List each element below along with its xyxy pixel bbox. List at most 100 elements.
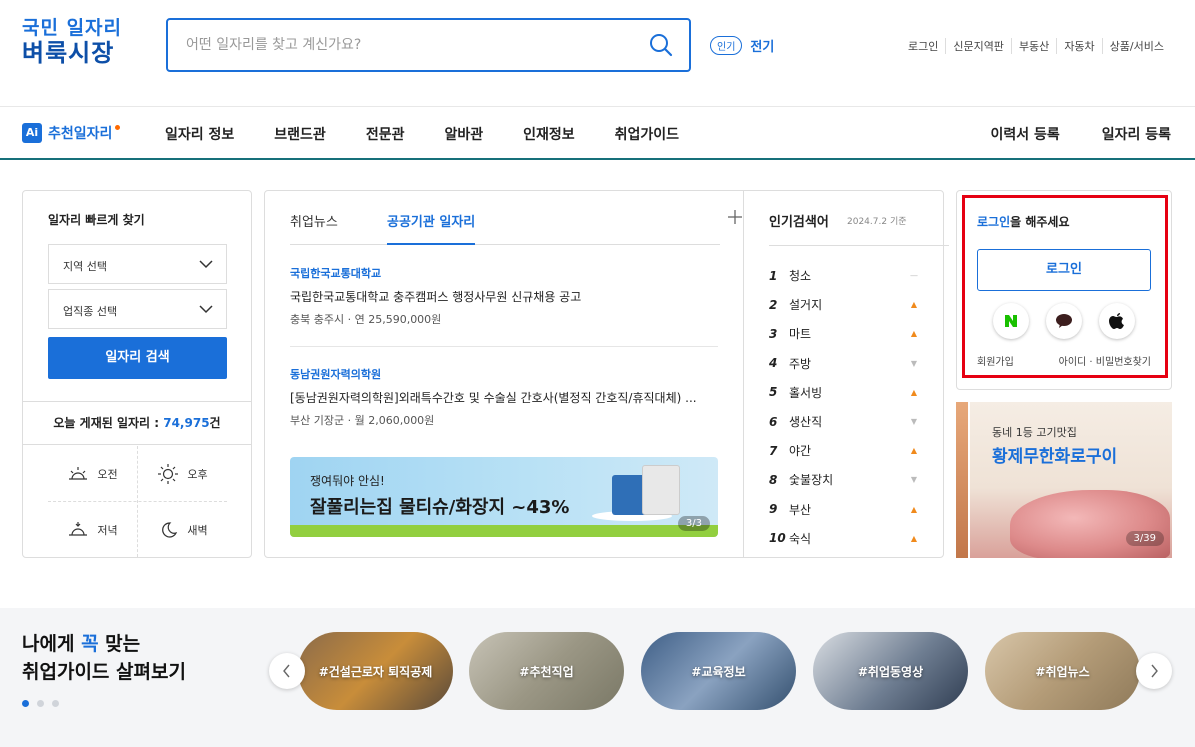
popular-term-text[interactable]: 전기 bbox=[750, 36, 774, 55]
keyword-text[interactable]: 설거지 bbox=[789, 296, 909, 313]
keyword-text[interactable]: 청소 bbox=[789, 267, 909, 284]
ad-prev-slide bbox=[956, 402, 968, 558]
keyword-text[interactable]: 마트 bbox=[789, 325, 909, 342]
trend-up-icon: ▲ bbox=[910, 533, 918, 543]
time-afternoon-label: 오후 bbox=[187, 467, 208, 481]
carousel-prev-button[interactable] bbox=[269, 653, 305, 689]
time-dawn[interactable]: 새벽 bbox=[138, 502, 227, 557]
keywords-title: 인기검색어 bbox=[769, 215, 829, 230]
keyword-row[interactable]: 3 마트 ▲ bbox=[769, 319, 919, 348]
job-search-button[interactable]: 일자리 검색 bbox=[48, 337, 227, 379]
nav-item-talent[interactable]: 인재정보 bbox=[523, 124, 575, 144]
keyword-row[interactable]: 9 부산 ▲ bbox=[769, 495, 919, 524]
tab-job-news[interactable]: 취업뉴스 bbox=[290, 211, 338, 230]
nav-resume-register[interactable]: 이력서 등록 bbox=[990, 124, 1059, 144]
keyword-text[interactable]: 숯불장치 bbox=[789, 471, 909, 488]
nav-item-expert[interactable]: 전문관 bbox=[366, 124, 405, 144]
trend-up-icon: ▲ bbox=[910, 504, 918, 514]
divider bbox=[290, 346, 718, 347]
guide-card[interactable]: #추천직업 bbox=[469, 632, 624, 710]
nav-item-brand[interactable]: 브랜드관 bbox=[274, 124, 326, 144]
plus-icon[interactable] bbox=[727, 209, 743, 225]
nav-right: 이력서 등록 일자리 등록 bbox=[990, 124, 1171, 144]
keyword-text[interactable]: 홀서빙 bbox=[789, 384, 909, 401]
time-morning[interactable]: 오전 bbox=[48, 446, 137, 501]
popular-term[interactable]: 인기 전기 bbox=[710, 36, 774, 55]
keyword-row[interactable]: 6 생산직 ▼ bbox=[769, 407, 919, 436]
article-title[interactable]: 국립한국교통대학교 충주캠퍼스 행정사무원 신규채용 공고 bbox=[290, 288, 718, 305]
keyword-row[interactable]: 5 홀서빙 ▲ bbox=[769, 378, 919, 407]
ad-slide: 동네 1등 고기맛집 황제무한화로구이 3/39 bbox=[970, 402, 1172, 558]
keyword-row[interactable]: 4 주방 ▼ bbox=[769, 349, 919, 378]
keyword-rank: 6 bbox=[769, 414, 778, 429]
keyword-row[interactable]: 10 숙식 ▲ bbox=[769, 524, 919, 553]
ad-banner[interactable]: 동네 1등 고기맛집 황제무한화로구이 3/39 bbox=[956, 402, 1172, 558]
keyword-row[interactable]: 1 청소 — bbox=[769, 261, 919, 290]
trend-up-icon: ▲ bbox=[910, 300, 918, 310]
time-evening[interactable]: 저녁 bbox=[48, 502, 137, 557]
banner-title: 잘풀리는집 물티슈/화장지 ~43% bbox=[310, 497, 570, 518]
util-car-link[interactable]: 자동차 bbox=[1056, 38, 1101, 54]
chevron-down-icon bbox=[199, 260, 213, 269]
nav-item-job-info[interactable]: 일자리 정보 bbox=[165, 124, 234, 144]
keyword-text[interactable]: 부산 bbox=[789, 501, 909, 518]
site-logo[interactable]: 국민 일자리 벼룩시장 bbox=[22, 16, 122, 66]
keyword-text[interactable]: 숙식 bbox=[789, 530, 909, 547]
keyword-text[interactable]: 생산직 bbox=[789, 413, 909, 430]
guide-title-highlight: 꼭 bbox=[81, 633, 99, 655]
nav-item-guide[interactable]: 취업가이드 bbox=[615, 124, 679, 144]
keyword-rank: 2 bbox=[769, 297, 778, 312]
search-input[interactable] bbox=[186, 33, 626, 57]
keyword-text[interactable]: 야간 bbox=[789, 442, 909, 459]
util-local-paper-link[interactable]: 신문지역판 bbox=[945, 38, 1011, 54]
trend-up-icon: ▲ bbox=[910, 329, 918, 339]
carousel-dots bbox=[22, 700, 59, 707]
today-job-count: 오늘 게재된 일자리 : 74,975건 bbox=[23, 401, 251, 445]
keyword-rank: 9 bbox=[769, 502, 778, 517]
carousel-dot[interactable] bbox=[52, 700, 59, 707]
util-login-link[interactable]: 로그인 bbox=[901, 38, 945, 54]
carousel-dot[interactable] bbox=[22, 700, 29, 707]
today-count: 74,975 bbox=[163, 416, 210, 430]
ad-subtitle: 동네 1등 고기맛집 bbox=[992, 426, 1077, 439]
quick-find-panel: 일자리 빠르게 찾기 지역 선택 업직종 선택 일자리 검색 오늘 게재된 일자… bbox=[22, 190, 252, 558]
region-select[interactable]: 지역 선택 bbox=[48, 244, 227, 284]
banner-subtitle: 쟁여둬야 안심! bbox=[310, 474, 385, 488]
guide-card-label: #취업동영상 bbox=[857, 664, 924, 679]
keywords-date: 2024.7.2 기준 bbox=[847, 217, 907, 227]
keyword-row[interactable]: 2 설거지 ▲ bbox=[769, 290, 919, 319]
article-org[interactable]: 국립한국교통대학교 bbox=[290, 265, 718, 281]
article-org[interactable]: 동남권원자력의학원 bbox=[290, 366, 718, 382]
news-article[interactable]: 국립한국교통대학교 국립한국교통대학교 충주캠퍼스 행정사무원 신규채용 공고 … bbox=[290, 265, 718, 327]
utility-links: 로그인 신문지역판 부동산 자동차 상품/서비스 bbox=[901, 38, 1171, 54]
guide-card[interactable]: #취업뉴스 bbox=[985, 632, 1140, 710]
util-realestate-link[interactable]: 부동산 bbox=[1010, 38, 1056, 54]
guide-card[interactable]: #취업동영상 bbox=[813, 632, 968, 710]
trend-down-icon: ▼ bbox=[910, 475, 918, 485]
nav-job-register[interactable]: 일자리 등록 bbox=[1102, 124, 1171, 144]
nav-item-parttime[interactable]: 알바관 bbox=[444, 124, 483, 144]
promo-banner[interactable]: 쟁여둬야 안심! 잘풀리는집 물티슈/화장지 ~43% 3/3 bbox=[290, 457, 718, 537]
guide-card[interactable]: #건설근로자 퇴직공제 bbox=[298, 632, 453, 710]
carousel-dot[interactable] bbox=[37, 700, 44, 707]
keyword-row[interactable]: 7 야간 ▲ bbox=[769, 436, 919, 465]
search-icon[interactable] bbox=[649, 33, 673, 57]
tab-public-jobs[interactable]: 공공기관 일자리 bbox=[387, 211, 476, 245]
quick-find-title: 일자리 빠르게 찾기 bbox=[48, 213, 145, 227]
time-afternoon[interactable]: 오후 bbox=[138, 446, 227, 501]
keyword-rank: 8 bbox=[769, 472, 778, 487]
carousel-next-button[interactable] bbox=[1136, 653, 1172, 689]
guide-card[interactable]: #교육정보 bbox=[641, 632, 796, 710]
login-highlight-box bbox=[962, 195, 1168, 378]
popular-keywords: 인기검색어 2024.7.2 기준 1 청소 —2 설거지 ▲ 3 마트 ▲ 4 주방 ▼ 5 홀서빙 ▲… bbox=[743, 191, 949, 557]
trend-up-icon: ▲ bbox=[910, 446, 918, 456]
nav-ai-recommend[interactable]: Ai 추천일자리 bbox=[22, 123, 121, 143]
article-title[interactable]: [동남권원자력의학원]외래특수간호 및 수술실 간호사(별정직 간호직/휴직대체… bbox=[290, 389, 718, 406]
sun-icon bbox=[158, 463, 179, 484]
util-goods-link[interactable]: 상품/서비스 bbox=[1101, 38, 1171, 54]
news-article[interactable]: 동남권원자력의학원 [동남권원자력의학원]외래특수간호 및 수술실 간호사(별정… bbox=[290, 366, 718, 428]
chevron-down-icon bbox=[199, 305, 213, 314]
job-category-select[interactable]: 업직종 선택 bbox=[48, 289, 227, 329]
keyword-text[interactable]: 주방 bbox=[789, 355, 909, 372]
keyword-row[interactable]: 8 숯불장치 ▼ bbox=[769, 465, 919, 494]
